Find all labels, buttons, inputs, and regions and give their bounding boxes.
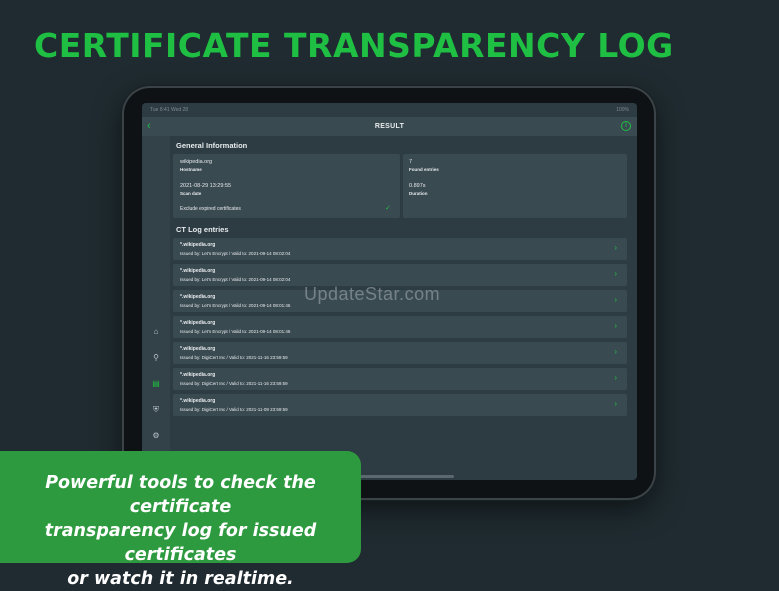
- chevron-right-icon: ›: [614, 399, 617, 408]
- stats-card: 7 Found entries 0.897s Duration: [403, 154, 627, 218]
- hostname-label: Hostname: [180, 167, 202, 172]
- entry-name: *.wikipedia.org: [180, 346, 216, 352]
- hostname-value: wikipedia.org: [180, 159, 213, 165]
- entry-name: *.wikipedia.org: [180, 268, 216, 274]
- certificate-icon[interactable]: ▤: [151, 379, 161, 389]
- chevron-right-icon: ›: [614, 295, 617, 304]
- home-icon[interactable]: ⌂: [151, 327, 161, 337]
- entry-detail: Issued by: DigiCert Inc / Valid to: 2021…: [180, 407, 288, 412]
- list-item[interactable]: *.wikipedia.org Issued by: DigiCert Inc …: [173, 342, 627, 364]
- promo-line-1: Powerful tools to check the certificate: [45, 473, 316, 517]
- entry-name: *.wikipedia.org: [180, 320, 216, 326]
- status-time: Tue 8:41 Wed 28: [150, 107, 189, 113]
- list-item[interactable]: *.wikipedia.org Issued by: Let's Encrypt…: [173, 316, 627, 338]
- checkmark-icon[interactable]: ✓: [385, 204, 391, 212]
- promo-text: Powerful tools to check the certificate …: [0, 471, 361, 591]
- list-item[interactable]: *.wikipedia.org Issued by: DigiCert Inc …: [173, 394, 627, 416]
- entry-detail: Issued by: DigiCert Inc / Valid to: 2021…: [180, 381, 288, 386]
- chevron-right-icon: ›: [614, 321, 617, 330]
- headline: CERTIFICATE TRANSPARENCY LOG: [34, 26, 674, 65]
- entry-detail: Issued by: Let's Encrypt / Valid to: 202…: [180, 251, 291, 256]
- entry-detail: Issued by: Let's Encrypt / Valid to: 202…: [180, 329, 291, 334]
- found-entries-label: Found entries: [409, 167, 439, 172]
- entry-name: *.wikipedia.org: [180, 372, 216, 378]
- watermark: UpdateStar.com: [304, 284, 441, 304]
- entry-detail: Issued by: DigiCert Inc / Valid to: 2021…: [180, 355, 288, 360]
- entry-name: *.wikipedia.org: [180, 398, 216, 404]
- promo-line-3: or watch it in realtime.: [67, 569, 294, 589]
- chevron-right-icon: ›: [614, 373, 617, 382]
- nav-bar: ‹ RESULT i: [142, 117, 637, 136]
- entry-detail: Issued by: Let's Encrypt / Valid to: 202…: [180, 277, 291, 282]
- chevron-left-icon[interactable]: ‹: [147, 120, 151, 132]
- gear-icon[interactable]: ⚙: [151, 431, 161, 441]
- status-bar: Tue 8:41 Wed 28 100%: [142, 103, 637, 117]
- sidebar: ⌂ ⚲ ▤ ⛨ ⚙ □ ⓘ: [142, 136, 170, 480]
- list-item[interactable]: *.wikipedia.org Issued by: Let's Encrypt…: [173, 238, 627, 260]
- entry-detail: Issued by: Let's Encrypt / Valid to: 202…: [180, 303, 291, 308]
- chevron-right-icon: ›: [614, 269, 617, 278]
- shield-icon[interactable]: ⛨: [151, 405, 161, 415]
- search-icon[interactable]: ⚲: [151, 353, 161, 363]
- list-item[interactable]: *.wikipedia.org Issued by: Let's Encrypt…: [173, 264, 627, 286]
- exclude-expired-label: Exclude expired certificates: [180, 206, 241, 212]
- info-icon[interactable]: i: [621, 121, 631, 131]
- duration-value: 0.897s: [409, 183, 426, 189]
- status-battery: 100%: [616, 107, 629, 113]
- duration-label: Duration: [409, 191, 428, 196]
- entry-name: *.wikipedia.org: [180, 242, 216, 248]
- list-item[interactable]: *.wikipedia.org Issued by: DigiCert Inc …: [173, 368, 627, 390]
- main-content: General Information wikipedia.org Hostna…: [173, 136, 633, 480]
- page-title: RESULT: [374, 123, 405, 130]
- promo-banner: Powerful tools to check the certificate …: [0, 451, 361, 589]
- general-info-card: wikipedia.org Hostname 2021-08-29 13:29:…: [173, 154, 400, 218]
- chevron-right-icon: ›: [614, 243, 617, 252]
- entry-name: *.wikipedia.org: [180, 294, 216, 300]
- scan-date-value: 2021-08-29 13:29:55: [180, 183, 232, 189]
- chevron-right-icon: ›: [614, 347, 617, 356]
- ct-log-title: CT Log entries: [176, 225, 229, 234]
- found-entries-value: 7: [409, 159, 413, 165]
- promo-line-2: transparency log for issued certificates: [44, 521, 317, 565]
- general-info-title: General Information: [176, 141, 248, 150]
- scan-date-label: Scan date: [180, 191, 202, 196]
